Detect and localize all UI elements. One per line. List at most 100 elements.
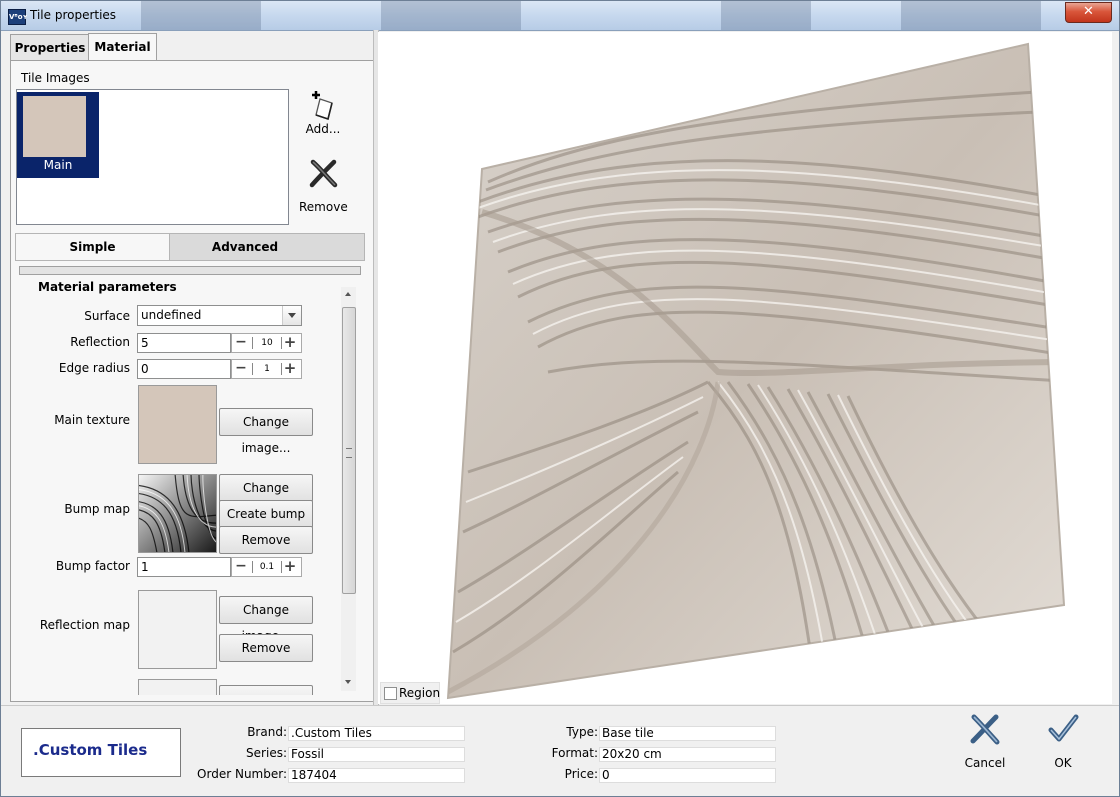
format-value: 20x20 cm: [599, 747, 776, 762]
title-bar-background: [721, 1, 811, 30]
order-number-value: 187404: [288, 768, 465, 783]
decrement-button[interactable]: −: [234, 335, 248, 351]
increment-button[interactable]: +: [283, 361, 297, 377]
main-texture-label: Main texture: [54, 413, 130, 427]
tab-material[interactable]: Material: [88, 33, 157, 61]
add-image-label: Add...: [305, 122, 341, 136]
order-number-label: Order Number:: [197, 767, 287, 781]
tab-simple[interactable]: Simple: [16, 234, 170, 260]
title-bar-background: [381, 1, 521, 30]
add-image-button[interactable]: Add...: [299, 91, 347, 145]
edge-radius-value: 0: [141, 362, 149, 376]
ok-label: OK: [1054, 756, 1072, 770]
bump-factor-value: 1: [141, 560, 149, 574]
cancel-label: Cancel: [964, 756, 1006, 770]
region-toggle[interactable]: Region: [380, 682, 440, 704]
decrement-button[interactable]: −: [234, 361, 248, 377]
title-bar-background: [141, 1, 261, 30]
tab-advanced[interactable]: Advanced: [170, 234, 320, 260]
bump-map-remove-button[interactable]: Remove: [219, 526, 313, 554]
bump-map-label: Bump map: [64, 502, 130, 516]
decrement-button[interactable]: −: [234, 559, 248, 575]
scrollbar-thumb[interactable]: [342, 307, 356, 594]
remove-image-button[interactable]: Remove: [299, 158, 348, 214]
reflection-map-change-button[interactable]: Change image...: [219, 596, 313, 643]
group-divider: [19, 266, 361, 275]
brand-value: .Custom Tiles: [288, 726, 465, 741]
tile-render: [446, 42, 1066, 700]
bump-factor-step: 0.1: [252, 561, 282, 573]
region-label: Region: [399, 686, 441, 700]
reflection-map-label: Reflection map: [39, 618, 130, 632]
material-parameters-title: Material parameters: [38, 280, 177, 294]
window-title: Tile properties: [30, 8, 117, 22]
title-bar-background: [901, 1, 1041, 30]
surface-label: Surface: [84, 309, 130, 323]
next-map-preview: [138, 679, 217, 695]
tab-properties[interactable]: Properties: [10, 34, 90, 60]
tile-info-bar: .Custom Tiles Brand: .Custom Tiles Serie…: [1, 705, 1119, 796]
bump-factor-label: Bump factor: [55, 559, 130, 573]
tile-image-main[interactable]: Main: [17, 92, 99, 178]
surface-select[interactable]: undefined: [137, 305, 302, 326]
material-parameters-panel: Material parameters Surface undefined Re…: [15, 277, 363, 695]
format-label: Format:: [551, 746, 598, 760]
bump-factor-input[interactable]: 1: [137, 557, 231, 577]
material-mode-tabs: Simple Advanced: [15, 233, 365, 261]
cancel-button[interactable]: Cancel: [959, 713, 1011, 773]
tile-images-label: Tile Images: [21, 71, 90, 85]
brand-label: Brand:: [247, 725, 287, 739]
grip-icon: [346, 448, 352, 458]
reflection-step: 10: [252, 337, 282, 349]
main-texture-preview: [138, 385, 217, 464]
bump-factor-stepper: − 0.1 +: [231, 557, 302, 577]
region-checkbox[interactable]: [384, 687, 397, 700]
edge-radius-step: 1: [252, 363, 282, 375]
tile-3d-preview[interactable]: Region: [378, 32, 1112, 704]
remove-image-label: Remove: [299, 200, 348, 214]
parameters-scrollbar[interactable]: [341, 287, 356, 691]
scroll-up-icon[interactable]: [341, 287, 356, 301]
series-label: Series:: [246, 746, 287, 760]
close-button[interactable]: ✕: [1065, 2, 1112, 23]
tile-image-caption: Main: [43, 158, 73, 172]
surface-value: undefined: [141, 308, 202, 322]
remove-x-icon: [309, 159, 338, 188]
bump-factor-field: 1 − 0.1 +: [137, 557, 302, 577]
app-icon: Vᴮᴏʏ: [8, 9, 28, 25]
price-value: 0: [599, 768, 776, 783]
bump-map-change-button[interactable]: Change image...: [219, 474, 313, 521]
series-value: Fossil: [288, 747, 465, 762]
type-label: Type:: [566, 725, 598, 739]
reflection-input[interactable]: 5: [137, 333, 231, 353]
price-label: Price:: [564, 767, 598, 781]
add-file-icon: [312, 91, 333, 121]
reflection-stepper: − 10 +: [231, 333, 302, 353]
type-value: Base tile: [599, 726, 776, 741]
checkmark-icon: [1048, 714, 1079, 742]
increment-button[interactable]: +: [283, 335, 297, 351]
brand-logo-box: .Custom Tiles: [21, 728, 181, 777]
edge-radius-label: Edge radius: [58, 361, 130, 375]
next-map-button[interactable]: [219, 685, 313, 695]
ok-button[interactable]: OK: [1041, 713, 1085, 773]
scroll-down-icon[interactable]: [341, 675, 356, 689]
title-bar[interactable]: Vᴮᴏʏ Tile properties ✕: [1, 1, 1119, 31]
tile-image-swatch: [23, 96, 86, 157]
main-texture-change-button[interactable]: Change image...: [219, 408, 313, 455]
reflection-field: 5 − 10 +: [137, 333, 302, 353]
reflection-map-remove-button[interactable]: Remove: [219, 634, 313, 662]
bump-map-preview: [138, 474, 217, 553]
cancel-x-icon: [970, 714, 1000, 745]
create-bump-button[interactable]: Create bump: [219, 500, 313, 528]
brand-logo-text: .Custom Tiles: [33, 741, 148, 759]
edge-radius-stepper: − 1 +: [231, 359, 302, 379]
chevron-down-icon[interactable]: [282, 306, 301, 325]
reflection-value: 5: [141, 336, 149, 350]
edge-radius-input[interactable]: 0: [137, 359, 231, 379]
reflection-map-preview: [138, 590, 217, 669]
increment-button[interactable]: +: [283, 559, 297, 575]
edge-radius-field: 0 − 1 +: [137, 359, 302, 379]
tile-properties-window: Vᴮᴏʏ Tile properties ✕ Properties Materi…: [0, 0, 1120, 797]
reflection-label: Reflection: [70, 335, 130, 349]
